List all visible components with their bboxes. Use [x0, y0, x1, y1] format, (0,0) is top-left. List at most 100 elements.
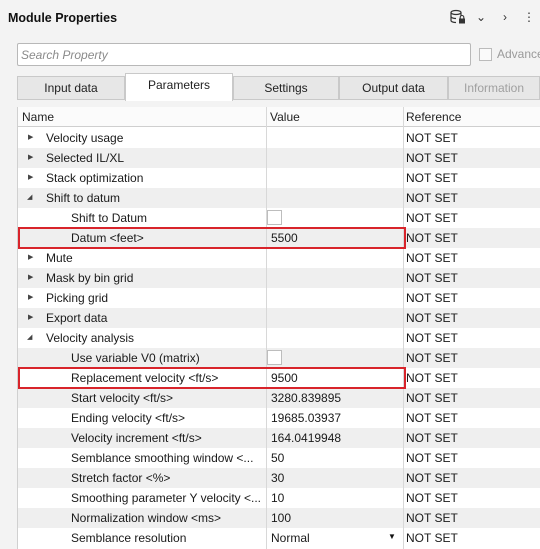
column-header-reference[interactable]: Reference: [406, 110, 461, 124]
property-row[interactable]: Datum <feet> 5500 NOT SET: [18, 228, 540, 248]
value-checkbox[interactable]: [267, 350, 282, 365]
property-row[interactable]: ▶ Selected IL/XL NOT SET: [18, 148, 540, 168]
chevron-down-icon[interactable]: ⌄: [474, 10, 488, 24]
property-row[interactable]: Shift to Datum NOT SET: [18, 208, 540, 228]
property-name: Export data: [46, 311, 108, 325]
title-bar: Module Properties ⌄ › ⋮: [0, 0, 540, 38]
property-reference: NOT SET: [406, 411, 458, 425]
advanced-toggle[interactable]: Advance: [479, 47, 540, 61]
property-value[interactable]: 164.0419948: [271, 431, 341, 445]
property-reference: NOT SET: [406, 331, 458, 345]
property-reference: NOT SET: [406, 271, 458, 285]
property-value[interactable]: 19685.03937: [271, 411, 341, 425]
more-icon[interactable]: ⋮: [522, 10, 536, 24]
property-row[interactable]: ◢ Velocity analysis NOT SET: [18, 328, 540, 348]
property-reference: NOT SET: [406, 431, 458, 445]
tab-bar: Input data Parameters Settings Output da…: [17, 73, 540, 101]
property-row[interactable]: ▶ Picking grid NOT SET: [18, 288, 540, 308]
advanced-checkbox[interactable]: [479, 47, 492, 61]
database-lock-icon[interactable]: [450, 9, 465, 25]
property-name: Ending velocity <ft/s>: [71, 411, 186, 425]
chevron-right-icon[interactable]: ▶: [28, 173, 38, 181]
property-name: Shift to datum: [46, 191, 121, 205]
column-header-value[interactable]: Value: [270, 110, 300, 124]
property-row[interactable]: Use variable V0 (matrix) NOT SET: [18, 348, 540, 368]
property-row[interactable]: Semblance smoothing window <... 50 NOT SET: [18, 448, 540, 468]
property-name: Semblance resolution: [71, 531, 187, 545]
property-reference: NOT SET: [406, 451, 458, 465]
property-name: Shift to Datum: [71, 211, 148, 225]
property-reference: NOT SET: [406, 311, 458, 325]
column-divider: [266, 107, 267, 549]
property-name: Mute: [46, 251, 73, 265]
tab-output-data[interactable]: Output data: [339, 76, 448, 100]
property-reference: NOT SET: [406, 491, 458, 505]
property-name: Replacement velocity <ft/s>: [71, 371, 219, 385]
advanced-label: Advance: [497, 47, 540, 61]
property-name: Semblance smoothing window <...: [71, 451, 254, 465]
column-divider: [403, 107, 404, 549]
window-title: Module Properties: [8, 11, 118, 25]
tab-information[interactable]: Information: [448, 76, 540, 100]
property-row[interactable]: Replacement velocity <ft/s> 9500 NOT SET: [18, 368, 540, 388]
property-grid: Name Value Reference ▶ Velocity usage NOT …: [17, 107, 540, 549]
property-row[interactable]: Start velocity <ft/s> 3280.839895 NOT SET: [18, 388, 540, 408]
property-row[interactable]: Normalization window <ms> 100 NOT SET: [18, 508, 540, 528]
column-header-name[interactable]: Name: [22, 110, 54, 124]
property-name: Normalization window <ms>: [71, 511, 222, 525]
property-value[interactable]: 100: [271, 511, 291, 525]
property-name: Velocity usage: [46, 131, 124, 145]
property-reference: NOT SET: [406, 291, 458, 305]
chevron-right-icon[interactable]: ▶: [28, 133, 38, 141]
property-reference: NOT SET: [406, 231, 458, 245]
tab-divider: [17, 99, 540, 100]
property-row[interactable]: ▶ Velocity usage NOT SET: [18, 128, 540, 148]
property-name: Stretch factor <%>: [71, 471, 171, 485]
property-row[interactable]: ▶ Export data NOT SET: [18, 308, 540, 328]
chevron-right-icon[interactable]: ▶: [28, 313, 38, 321]
property-value[interactable]: 3280.839895: [271, 391, 341, 405]
property-value[interactable]: 9500: [271, 371, 298, 385]
property-row[interactable]: Velocity increment <ft/s> 164.0419948 NOT …: [18, 428, 540, 448]
property-value[interactable]: 50: [271, 451, 284, 465]
property-reference: NOT SET: [406, 471, 458, 485]
chevron-right-icon[interactable]: ›: [498, 10, 512, 24]
property-value[interactable]: 5500: [271, 231, 298, 245]
property-reference: NOT SET: [406, 191, 458, 205]
property-row[interactable]: Smoothing parameter Y velocity <... 10 NOT…: [18, 488, 540, 508]
tab-parameters[interactable]: Parameters: [125, 73, 233, 101]
grid-header: Name Value Reference: [18, 107, 540, 127]
property-name: Stack optimization: [46, 171, 144, 185]
property-value[interactable]: 30: [271, 471, 284, 485]
value-dropdown[interactable]: Normal: [271, 531, 310, 545]
chevron-right-icon[interactable]: ▶: [28, 253, 38, 261]
property-row[interactable]: Stretch factor <%> 30 NOT SET: [18, 468, 540, 488]
property-reference: NOT SET: [406, 151, 458, 165]
chevron-right-icon[interactable]: ▶: [28, 293, 38, 301]
search-input[interactable]: Search Property: [17, 43, 471, 66]
tab-settings[interactable]: Settings: [233, 76, 339, 100]
property-name: Datum <feet>: [71, 231, 144, 245]
value-checkbox[interactable]: [267, 210, 282, 225]
property-name: Smoothing parameter Y velocity <...: [71, 491, 261, 505]
tab-input-data[interactable]: Input data: [17, 76, 125, 100]
property-name: Use variable V0 (matrix): [71, 351, 200, 365]
property-row[interactable]: ▶ Stack optimization NOT SET: [18, 168, 540, 188]
property-row[interactable]: ▶ Mask by bin grid NOT SET: [18, 268, 540, 288]
property-reference: NOT SET: [406, 211, 458, 225]
property-reference: NOT SET: [406, 531, 458, 545]
chevron-right-icon[interactable]: ▶: [28, 153, 38, 161]
property-row[interactable]: ▶ Mute NOT SET: [18, 248, 540, 268]
property-reference: NOT SET: [406, 511, 458, 525]
property-row[interactable]: ◢ Shift to datum NOT SET: [18, 188, 540, 208]
chevron-down-icon[interactable]: ◢: [27, 193, 37, 201]
chevron-down-icon[interactable]: ◢: [27, 333, 37, 341]
chevron-right-icon[interactable]: ▶: [28, 273, 38, 281]
property-reference: NOT SET: [406, 251, 458, 265]
property-name: Mask by bin grid: [46, 271, 134, 285]
property-value[interactable]: 10: [271, 491, 284, 505]
dropdown-arrow-icon[interactable]: ▼: [388, 532, 396, 541]
property-reference: NOT SET: [406, 371, 458, 385]
property-row[interactable]: Ending velocity <ft/s> 19685.03937 NOT SET: [18, 408, 540, 428]
property-row[interactable]: Semblance resolution Normal ▼ NOT SET: [18, 528, 540, 548]
